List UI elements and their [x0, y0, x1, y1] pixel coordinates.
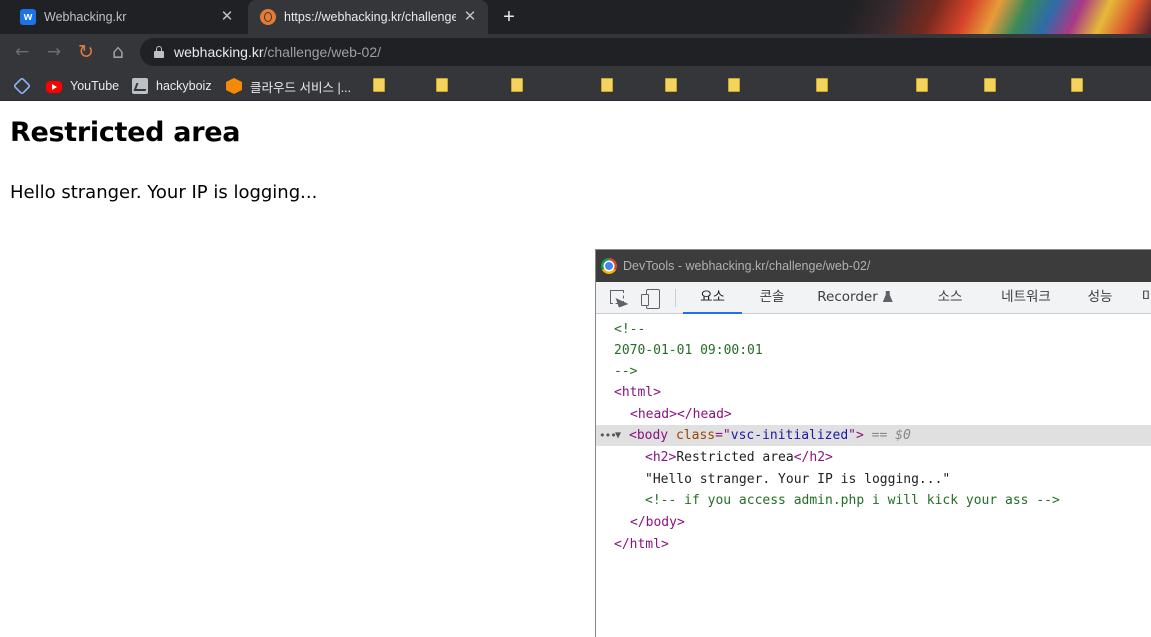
back-arrow-icon[interactable]: ←	[10, 40, 34, 64]
tab-webhacking[interactable]: w Webhacking.kr ✕	[8, 0, 245, 34]
expand-triangle-icon[interactable]: ▼	[615, 425, 621, 446]
tab-elements[interactable]: 요소	[683, 282, 742, 314]
bookmark-folder-icon[interactable]	[984, 78, 996, 92]
browser-toolbar: ← → ↻ ⌂ webhacking.kr/challenge/web-02/	[0, 34, 1151, 70]
home-icon[interactable]: ⌂	[106, 40, 130, 64]
bookmark-folder-icon[interactable]	[511, 78, 523, 92]
inspect-element-icon[interactable]	[608, 288, 628, 308]
bookmark-folder-icon[interactable]	[728, 78, 740, 92]
forward-arrow-icon[interactable]: →	[42, 40, 66, 64]
chrome-logo-icon	[601, 258, 617, 274]
page-message: Hello stranger. Your IP is logging...	[10, 182, 318, 203]
dom-node-html-close[interactable]: </html>	[614, 534, 669, 555]
hidden-comment[interactable]: <!-- if you access admin.php i will kick…	[645, 490, 1060, 511]
devtools-titlebar: DevTools - webhacking.kr/challenge/web-0…	[596, 250, 1151, 282]
flask-icon	[882, 291, 893, 302]
bookmark-label: 클라우드 서비스 |...	[250, 80, 352, 95]
close-icon[interactable]: ✕	[462, 9, 478, 25]
attr-name: class	[675, 428, 716, 443]
globe-icon	[260, 9, 276, 25]
url-host: webhacking.kr	[174, 44, 264, 60]
dom-node-body-close[interactable]: </body>	[630, 512, 685, 533]
devtools-tabbar: 요소 콘솔 Recorder 소스 네트워크 성능 미	[596, 282, 1151, 314]
body-tag-line: <body class="vsc-initialized"> == $0	[629, 425, 911, 446]
url-text[interactable]: webhacking.kr/challenge/web-02/	[174, 44, 381, 60]
bookmark-youtube[interactable]: YouTube	[46, 76, 119, 96]
tab-console[interactable]: 콘솔	[746, 282, 798, 314]
tab-recorder[interactable]: Recorder	[810, 282, 900, 314]
bookmark-label: YouTube	[70, 79, 120, 93]
tag-text: </head>	[676, 407, 732, 422]
device-toolbar-icon[interactable]	[640, 288, 660, 309]
tag-text: </h2>	[793, 450, 833, 465]
bookmark-folder-icon[interactable]	[436, 78, 448, 92]
tag-text: <h2>	[645, 450, 677, 465]
hackyboiz-icon	[132, 78, 148, 94]
bookmark-cloud-service[interactable]: 클라우드 서비스 |...	[226, 76, 351, 96]
bookmark-folder-icon[interactable]	[373, 78, 385, 92]
bookmark-folder-icon[interactable]	[816, 78, 828, 92]
bookmark-folder-icon[interactable]	[1071, 78, 1083, 92]
tab-strip: w Webhacking.kr ✕ https://webhacking.kr/…	[0, 0, 1151, 34]
devtools-title: DevTools - webhacking.kr/challenge/web-0…	[623, 259, 871, 273]
dom-node-h2[interactable]: <h2>Restricted area</h2>	[645, 447, 833, 468]
tab-performance[interactable]: 성능	[1080, 282, 1120, 314]
devtools-window: DevTools - webhacking.kr/challenge/web-0…	[595, 249, 1151, 637]
youtube-icon	[46, 81, 62, 93]
lock-icon[interactable]	[154, 46, 164, 58]
comment-date[interactable]: 2070-01-01 09:00:01	[614, 340, 763, 361]
tab-title: https://webhacking.kr/challenge	[284, 10, 456, 24]
bookmark-folder-icon[interactable]	[601, 78, 613, 92]
dom-text-node[interactable]: "Hello stranger. Your IP is logging..."	[645, 469, 950, 490]
bookmark-hackyboiz[interactable]: hackyboiz	[132, 76, 212, 96]
attr-end: ">	[848, 428, 864, 443]
attr-value: vsc-initialized	[730, 428, 849, 443]
bookmark-apps[interactable]	[12, 76, 38, 96]
theme-artwork	[821, 0, 1151, 34]
dom-node-comment[interactable]: <!--	[614, 319, 645, 340]
w-logo-icon: w	[20, 9, 36, 25]
h2-text: Restricted area	[676, 450, 794, 465]
reload-icon[interactable]: ↻	[74, 40, 98, 64]
page-title: Restricted area	[10, 117, 241, 148]
tag-text: <body	[629, 428, 669, 443]
dom-node-html[interactable]: <html>	[614, 382, 661, 403]
close-icon[interactable]: ✕	[219, 9, 235, 25]
dom-node-head[interactable]: <head></head>	[630, 404, 732, 425]
bookmarks-bar: YouTube hackyboiz 클라우드 서비스 |...	[0, 70, 1151, 101]
url-path: /challenge/web-02/	[263, 44, 382, 60]
cloud-service-icon	[226, 78, 242, 94]
tag-text: <head>	[630, 407, 677, 422]
new-tab-button[interactable]: +	[498, 6, 520, 28]
tab-challenge[interactable]: https://webhacking.kr/challenge ✕	[248, 0, 488, 34]
divider	[675, 289, 676, 307]
comment-close[interactable]: -->	[614, 361, 637, 382]
selected-marker: == $0	[863, 428, 911, 443]
more-dots-icon[interactable]: •••	[599, 425, 617, 446]
bookmark-folder-icon[interactable]	[665, 78, 677, 92]
tab-recorder-label: Recorder	[817, 289, 878, 305]
bookmark-folder-icon[interactable]	[916, 78, 928, 92]
elements-tree: <!-- 2070-01-01 09:00:01 --> <html> <hea…	[596, 314, 1151, 637]
tab-sources[interactable]: 소스	[926, 282, 974, 314]
tab-memory[interactable]: 미	[1138, 282, 1151, 314]
apps-icon	[12, 76, 32, 96]
tab-title: Webhacking.kr	[44, 10, 127, 24]
bookmark-label: hackyboiz	[156, 79, 212, 93]
tab-network[interactable]: 네트워크	[990, 282, 1062, 314]
address-bar[interactable]: webhacking.kr/challenge/web-02/	[140, 38, 1151, 66]
attr-eq: ="	[715, 428, 731, 443]
dom-node-body-selected[interactable]: ••• ▼ <body class="vsc-initialized"> == …	[596, 425, 1151, 446]
